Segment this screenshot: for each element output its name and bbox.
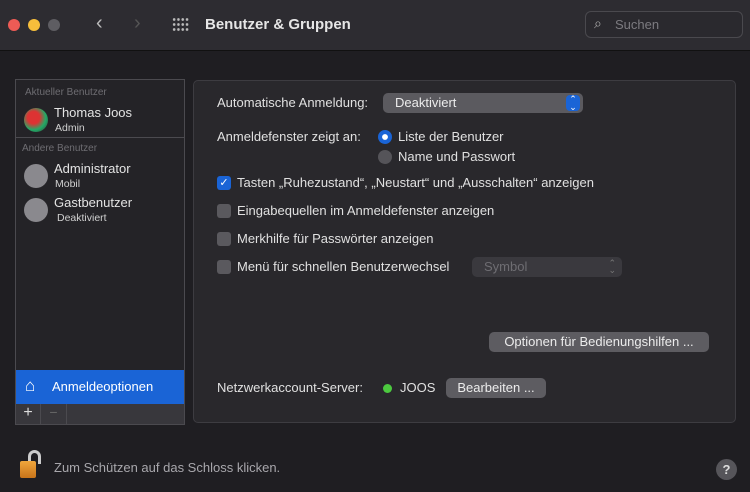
fast-switch-value: Symbol <box>484 259 528 274</box>
divider <box>16 137 184 138</box>
avatar <box>24 108 48 132</box>
login-window-label: Anmeldefenster zeigt an: <box>217 129 361 144</box>
user-name: Administrator <box>54 161 131 176</box>
close-button[interactable] <box>8 19 20 31</box>
checkbox-show-power-buttons[interactable]: ✓ <box>217 176 231 190</box>
house-icon: ⌂ <box>25 376 36 395</box>
edit-button[interactable]: Bearbeiten ... <box>446 378 546 398</box>
auto-login-value: Deaktiviert <box>395 95 457 110</box>
checkbox-password-hints[interactable] <box>217 232 231 246</box>
window-title: Benutzer & Gruppen <box>205 16 351 33</box>
avatar <box>24 198 48 222</box>
avatar <box>24 164 48 188</box>
section-header-current: Aktueller Benutzer <box>25 87 107 98</box>
user-role: Admin <box>55 122 85 134</box>
user-item-administrator[interactable]: Administrator Mobil <box>16 158 184 192</box>
checkbox-label: Merkhilfe für Passwörter anzeigen <box>237 231 434 246</box>
auto-login-label: Automatische Anmeldung: <box>217 95 369 110</box>
checkbox-input-sources[interactable] <box>217 204 231 218</box>
fast-switch-popup[interactable]: Symbol ⌃ ⌄ <box>472 257 622 277</box>
user-item-gastbenutzer[interactable]: Gastbenutzer Deaktiviert <box>16 192 184 226</box>
zoom-button[interactable] <box>48 19 60 31</box>
sidebar-item-anmeldeoptionen[interactable]: ⌂ Anmeldeoptionen <box>16 370 184 404</box>
back-icon[interactable]: ‹ <box>96 12 103 35</box>
network-server-name: JOOS <box>400 380 436 395</box>
title-bar: ‹ › Benutzer & Gruppen ⌕ Suchen <box>0 0 750 51</box>
radio-label: Name und Passwort <box>398 149 516 164</box>
minimize-button[interactable] <box>28 19 40 31</box>
add-user-button[interactable]: + <box>16 404 41 424</box>
user-name: Gastbenutzer <box>54 195 133 210</box>
user-list: Aktueller Benutzer Thomas Joos Admin And… <box>15 79 185 425</box>
remove-user-button[interactable]: − <box>41 404 67 424</box>
user-role: Mobil <box>55 178 81 190</box>
accessibility-options-button[interactable]: Optionen für Bedienungshilfen ... <box>489 332 709 352</box>
user-item-thomas-joos[interactable]: Thomas Joos Admin <box>16 102 184 136</box>
forward-icon[interactable]: › <box>134 12 141 35</box>
chevron-updown-icon: ⌃ ⌄ <box>566 95 580 112</box>
checkbox-label: Eingabequellen im Anmeldefenster anzeige… <box>237 203 495 218</box>
chevron-updown-icon: ⌃ ⌄ <box>608 258 616 275</box>
status-dot-icon <box>383 384 392 393</box>
help-button[interactable]: ? <box>716 459 737 480</box>
radio-name-and-password[interactable] <box>378 150 392 164</box>
checkbox-label: Tasten „Ruhezustand“, „Neustart“ und „Au… <box>237 175 594 190</box>
lock-hint-text: Zum Schützen auf das Schloss klicken. <box>54 460 281 475</box>
auto-login-popup[interactable]: Deaktiviert ⌃ ⌄ <box>383 93 583 113</box>
lock-icon[interactable] <box>20 450 44 480</box>
radio-list-of-users[interactable] <box>378 130 392 144</box>
checkbox-fast-user-switching[interactable] <box>217 260 231 274</box>
section-header-others: Andere Benutzer <box>22 143 98 154</box>
search-placeholder: Suchen <box>615 17 660 32</box>
network-server-label: Netzwerkaccount-Server: <box>217 380 363 395</box>
radio-label: Liste der Benutzer <box>398 129 504 144</box>
user-name: Thomas Joos <box>54 105 133 120</box>
search-icon: ⌕ <box>594 15 602 31</box>
checkbox-label: Menü für schnellen Benutzerwechsel <box>237 259 450 274</box>
grid-icon[interactable] <box>172 17 189 32</box>
search-input[interactable]: ⌕ Suchen <box>585 11 743 38</box>
login-options-label: Anmeldeoptionen <box>52 379 154 394</box>
user-role: Deaktiviert <box>57 212 107 224</box>
